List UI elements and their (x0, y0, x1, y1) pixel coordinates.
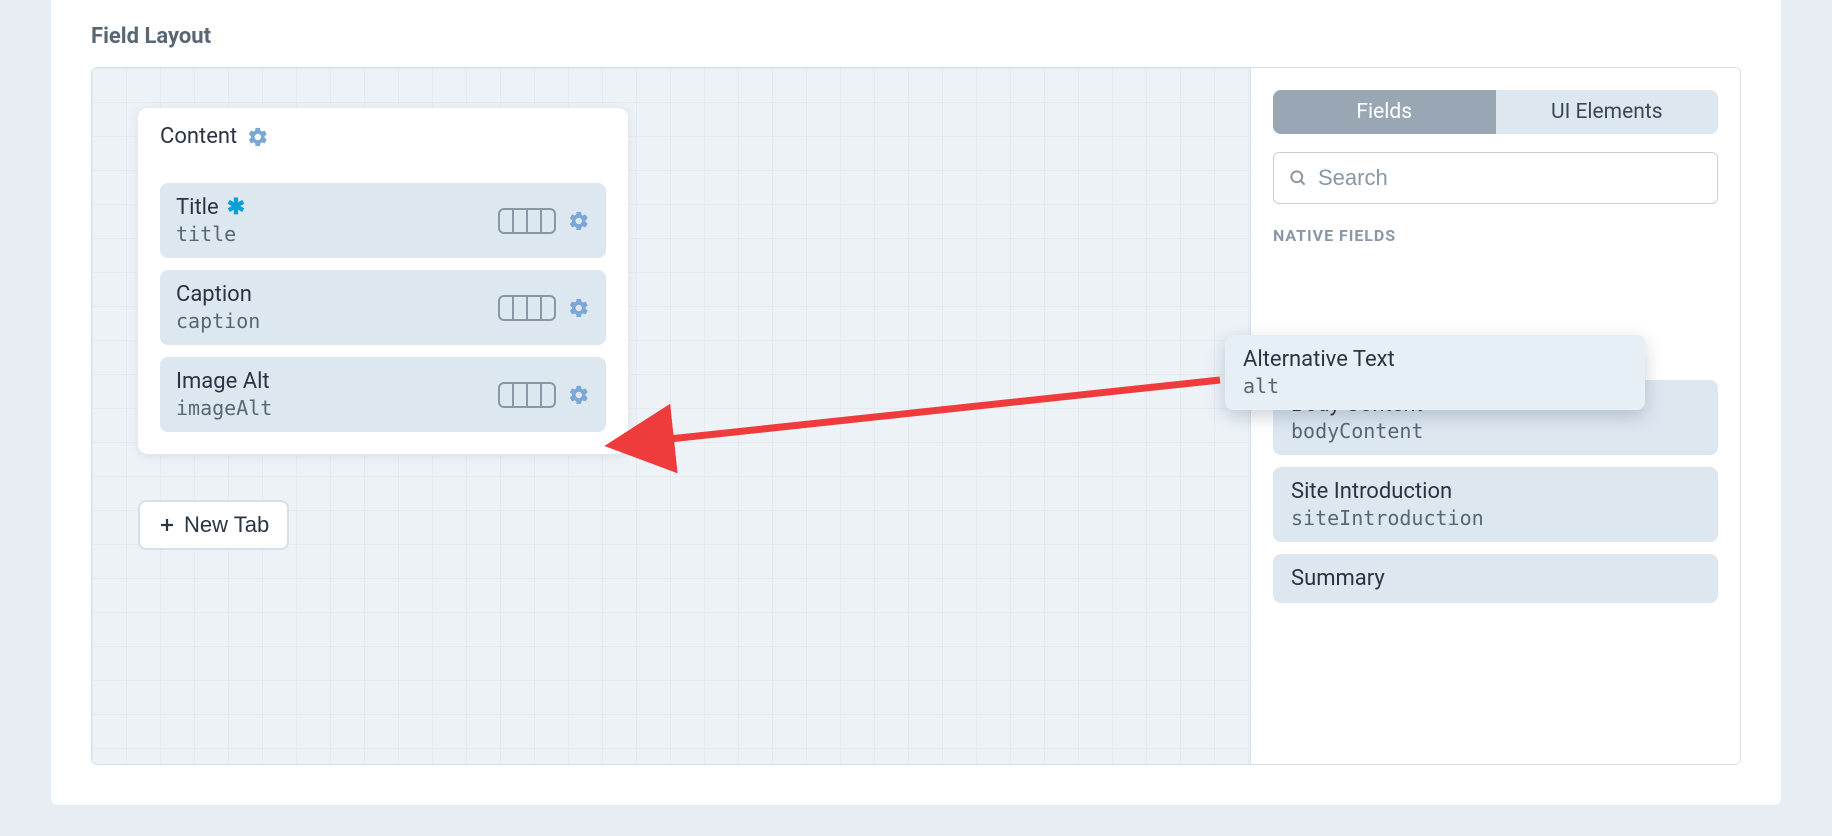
available-list-common: Body Content bodyContent Site Introducti… (1273, 380, 1718, 603)
new-tab-button[interactable]: New Tab (138, 500, 289, 550)
section-heading: Field Layout (51, 0, 1781, 67)
plus-icon (158, 516, 176, 534)
available-field-site-introduction[interactable]: Site Introduction siteIntroduction (1273, 467, 1718, 542)
field-handle: title (176, 222, 245, 246)
field-actions (498, 208, 590, 234)
tab-body: Title ✱ title (138, 161, 628, 454)
field-card-title[interactable]: Title ✱ title (160, 183, 606, 258)
field-handle: siteIntroduction (1291, 506, 1700, 530)
gear-icon[interactable] (568, 210, 590, 232)
field-label-text: Title (176, 195, 219, 220)
tab-header-content[interactable]: Content (138, 108, 291, 161)
gear-icon[interactable] (247, 126, 269, 148)
field-label: Image Alt (176, 369, 272, 394)
search-field[interactable] (1273, 152, 1718, 204)
dragging-field-alternative-text[interactable]: Alternative Text alt (1225, 335, 1645, 410)
available-field-summary[interactable]: Summary (1273, 554, 1718, 603)
field-label: Alternative Text (1243, 347, 1627, 372)
field-handle: imageAlt (176, 396, 272, 420)
layout-tab[interactable]: Content Title ✱ title (138, 108, 628, 454)
gear-icon[interactable] (568, 297, 590, 319)
field-library-sidebar: Fields UI Elements Native Fields Common … (1250, 68, 1740, 764)
tab-name: Content (160, 124, 237, 149)
required-asterisk-icon: ✱ (227, 197, 245, 219)
library-segmented-control: Fields UI Elements (1273, 90, 1718, 134)
tab-header-row: Content (138, 108, 628, 161)
field-text: Title ✱ title (176, 195, 245, 246)
segment-fields[interactable]: Fields (1273, 90, 1496, 134)
gear-icon[interactable] (568, 384, 590, 406)
field-actions (498, 382, 590, 408)
search-icon (1288, 168, 1308, 188)
field-text: Image Alt imageAlt (176, 369, 272, 420)
field-label: Title ✱ (176, 195, 245, 220)
segment-ui-elements[interactable]: UI Elements (1496, 90, 1719, 134)
new-tab-label: New Tab (184, 512, 269, 538)
search-input[interactable] (1318, 165, 1703, 191)
field-handle: caption (176, 309, 260, 333)
field-text: Caption caption (176, 282, 260, 333)
width-chooser[interactable] (498, 208, 556, 234)
field-actions (498, 295, 590, 321)
field-label: Site Introduction (1291, 479, 1700, 504)
width-chooser[interactable] (498, 295, 556, 321)
layout-canvas[interactable]: Content Title ✱ title (92, 68, 1250, 764)
width-chooser[interactable] (498, 382, 556, 408)
field-label-text: Image Alt (176, 369, 270, 394)
group-label-native: Native Fields (1273, 226, 1718, 245)
field-card-caption[interactable]: Caption caption (160, 270, 606, 345)
field-handle: bodyContent (1291, 419, 1700, 443)
field-card-image-alt[interactable]: Image Alt imageAlt (160, 357, 606, 432)
field-label-text: Caption (176, 282, 252, 307)
field-handle: alt (1243, 374, 1627, 398)
layout-designer: Content Title ✱ title (91, 67, 1741, 765)
field-label: Caption (176, 282, 260, 307)
field-label: Summary (1291, 566, 1700, 591)
